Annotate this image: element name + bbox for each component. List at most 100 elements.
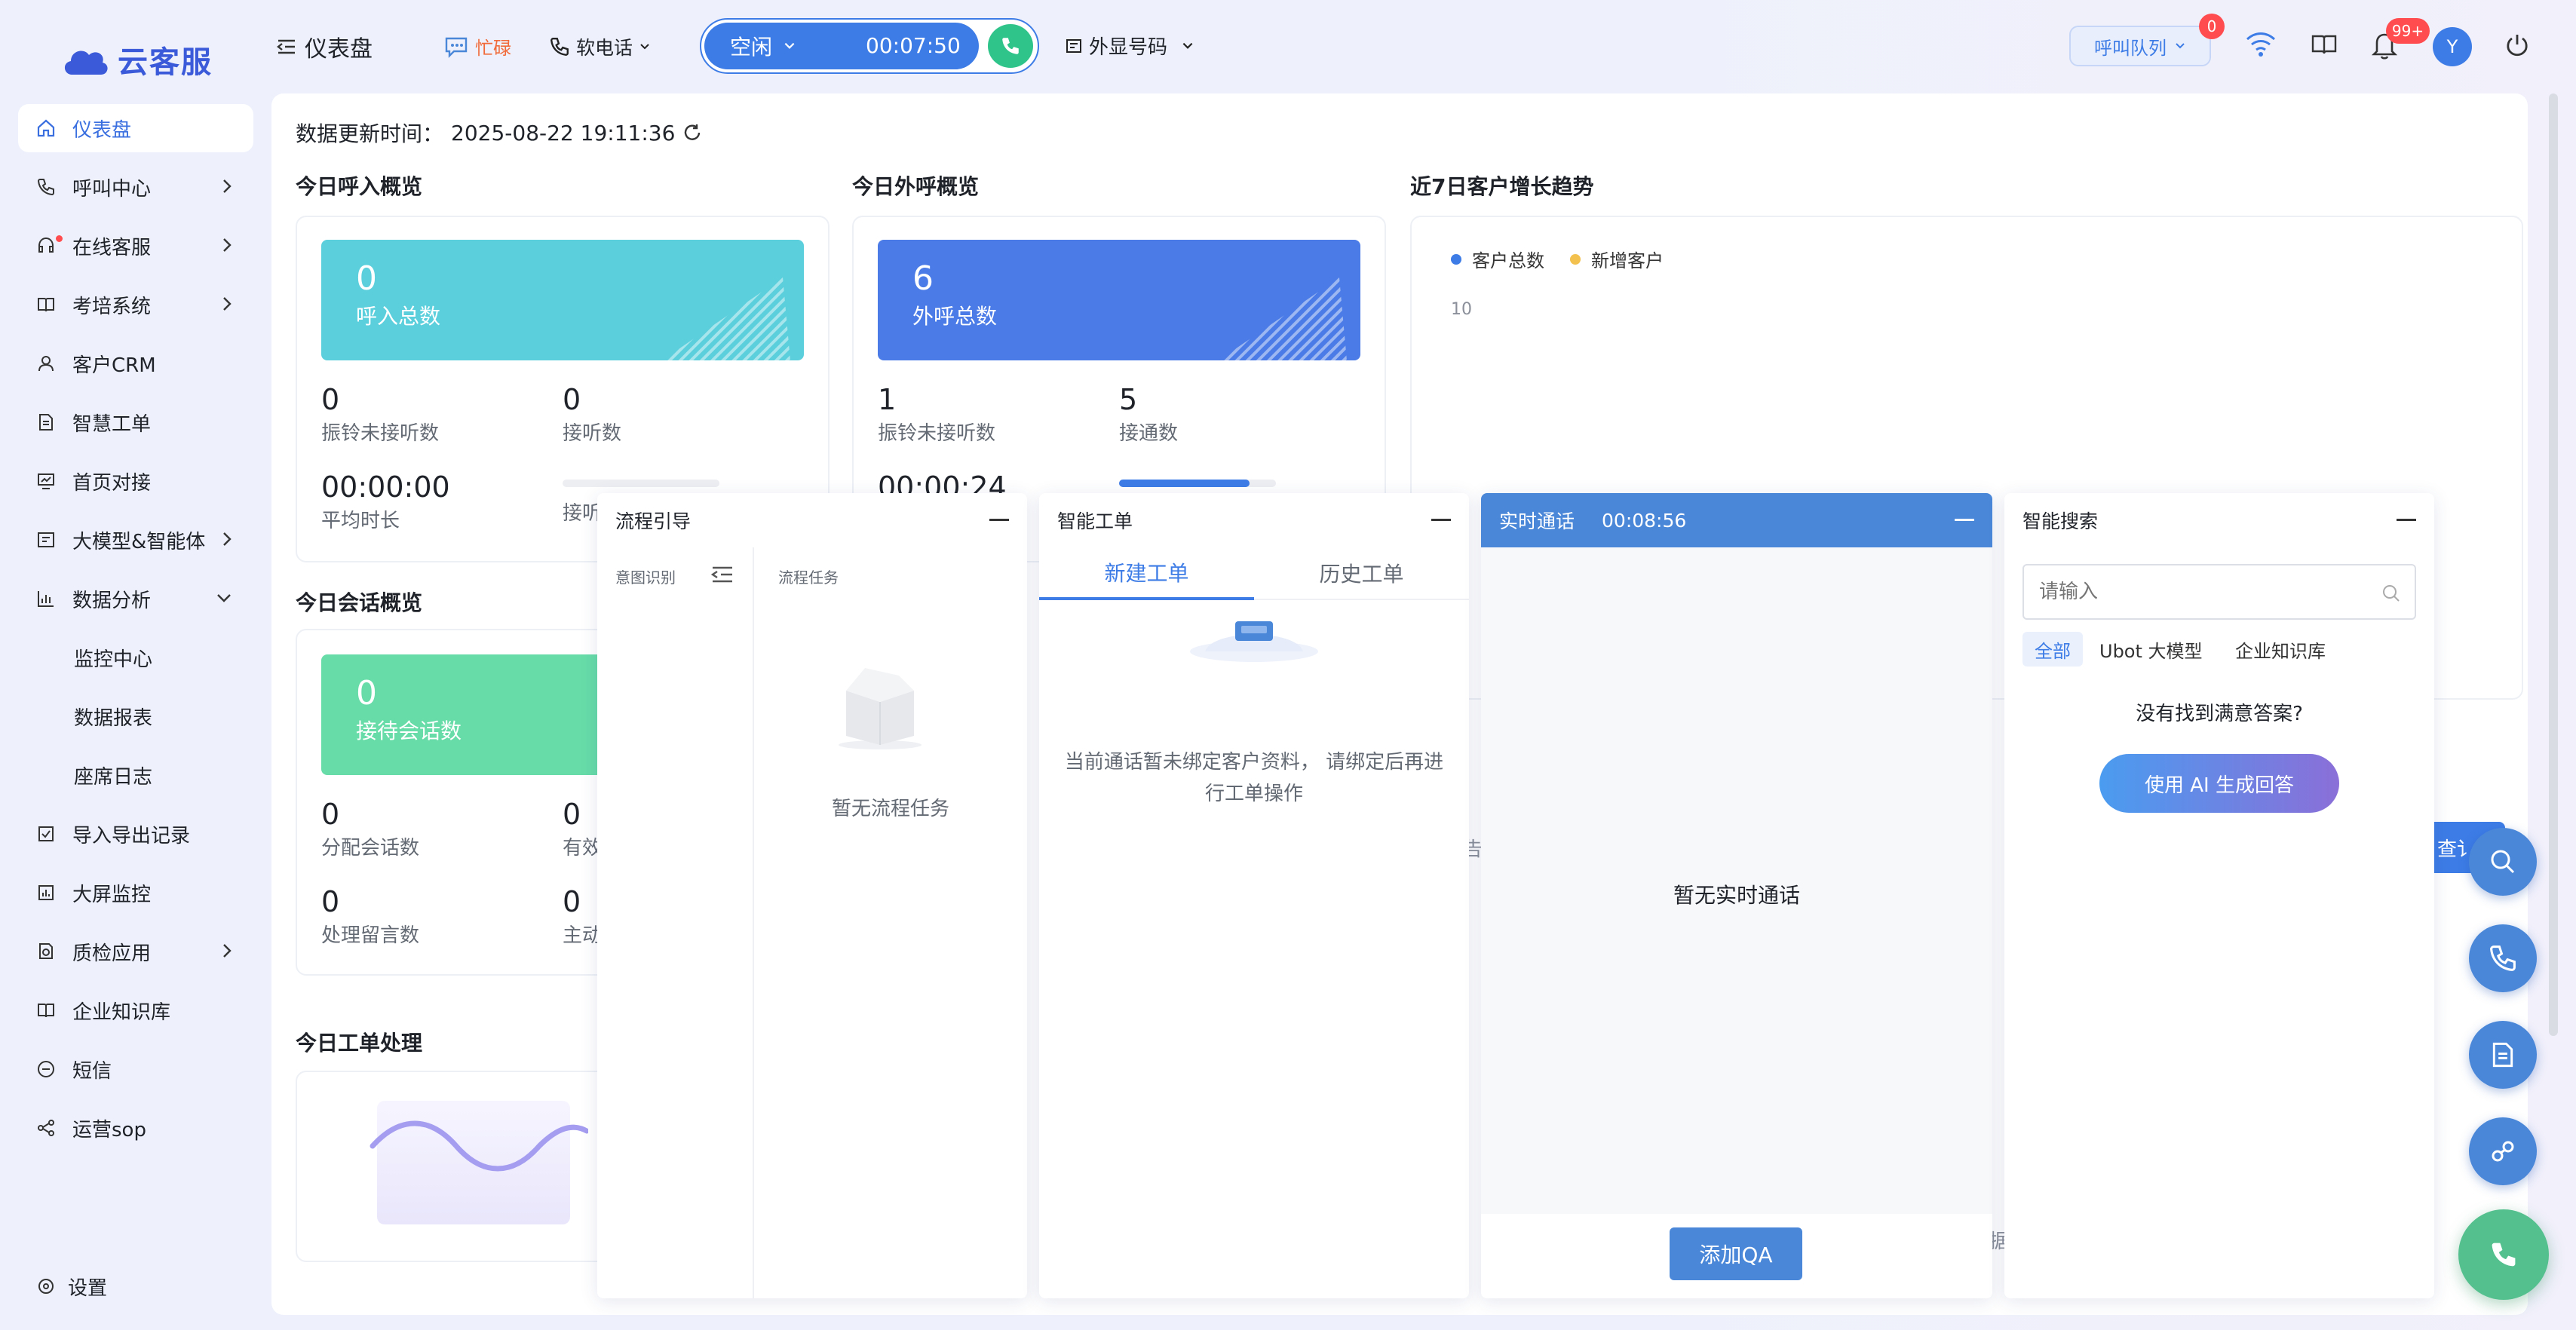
queue-count-badge: 0 — [2199, 14, 2225, 39]
chevron-down-icon — [640, 44, 649, 50]
empty-box-icon — [839, 668, 922, 749]
sidebar-item-label: 大屏监控 — [72, 883, 152, 906]
panel-title: 流程引导 — [615, 510, 692, 532]
sidebar-item-homepage-integration[interactable]: 首页对接 — [18, 457, 253, 505]
sidebar-item-ops-sop[interactable]: 运营sop — [18, 1104, 253, 1152]
wifi-icon[interactable] — [2244, 30, 2277, 57]
panel-header: 流程引导 — [597, 493, 1027, 547]
sidebar-item-label: 数据报表 — [74, 706, 153, 730]
update-time-value: 2025-08-22 19:11:36 — [451, 120, 676, 146]
smart-order-panel: 智能工单 新建工单 历史工单 当前通话暂未绑定客户资料， 请绑定后再进行工单操作 — [1039, 493, 1469, 1298]
kpi-value: 0 — [356, 674, 377, 712]
search-tab-ubot[interactable]: Ubot 大模型 — [2087, 632, 2215, 667]
chat-icon — [445, 37, 468, 58]
avatar[interactable]: Y — [2433, 27, 2472, 66]
search-tab-knowledge[interactable]: 企业知识库 — [2223, 632, 2338, 667]
stat-label: 主动 — [563, 924, 603, 947]
busy-label: 忙碌 — [475, 38, 511, 59]
softphone-dropdown[interactable]: 软电话 — [549, 33, 651, 60]
sidebar-item-llm-agent[interactable]: 大模型&智能体 — [18, 516, 253, 564]
sidebar-item-import-export[interactable]: 导入导出记录 — [18, 810, 253, 858]
stat-value: 0 — [321, 885, 340, 918]
sidebar-item-training[interactable]: 考培系统 — [18, 280, 253, 329]
sidebar-item-knowledge-base[interactable]: 企业知识库 — [18, 986, 253, 1034]
refresh-icon[interactable] — [682, 123, 702, 142]
manual-book-icon[interactable] — [2311, 33, 2338, 56]
sidebar-item-quality-check[interactable]: 质检应用 — [18, 927, 253, 976]
dashboard-screen-icon — [35, 881, 57, 904]
app-name: 云客服 — [118, 45, 213, 80]
minimize-button[interactable] — [989, 519, 1009, 521]
sidebar-item-label: 企业知识库 — [72, 1001, 171, 1024]
search-input[interactable] — [2039, 576, 2356, 608]
outbound-number-dropdown[interactable]: 外显号码 — [1065, 32, 1194, 60]
sidebar-item-call-center[interactable]: 呼叫中心 — [18, 163, 253, 211]
minimize-button[interactable] — [2397, 519, 2416, 521]
tab-history-order[interactable]: 历史工单 — [1254, 547, 1469, 600]
chevron-right-icon — [223, 238, 232, 252]
sidebar-item-data-analysis[interactable]: 数据分析 — [18, 575, 253, 623]
minimize-button[interactable] — [1431, 519, 1451, 521]
panel-title: 实时通话 — [1499, 510, 1575, 532]
sidebar-item-big-screen[interactable]: 大屏监控 — [18, 869, 253, 917]
kpi-label: 接待会话数 — [356, 719, 462, 743]
ai-answer-button[interactable]: 使用 AI 生成回答 — [2099, 754, 2339, 813]
tab-new-order[interactable]: 新建工单 — [1039, 547, 1254, 600]
stat-label: 分配会话数 — [321, 837, 420, 860]
sidebar-item-smart-ticket[interactable]: 智慧工单 — [18, 398, 253, 446]
sidebar-item-crm[interactable]: 客户CRM — [18, 339, 253, 388]
stripe-decoration — [1219, 277, 1347, 360]
cloud-icon — [64, 51, 108, 75]
phone-icon — [2492, 1243, 2516, 1267]
page-scrollbar[interactable] — [2549, 93, 2558, 1036]
dial-button[interactable] — [988, 24, 1033, 68]
book-icon — [35, 293, 57, 316]
notification-badge: 99+ — [2386, 18, 2430, 44]
menu-collapse-icon — [277, 39, 295, 54]
sidebar-item-label: 导入导出记录 — [72, 824, 191, 847]
power-icon[interactable] — [2504, 32, 2531, 59]
gear-icon — [35, 1275, 57, 1298]
status-dropdown[interactable]: 空闲 00:07:50 — [704, 23, 979, 69]
call-timer: 00:08:56 — [1602, 509, 1687, 532]
sidebar-item-online-service[interactable]: 在线客服 — [18, 222, 253, 270]
sidebar-item-dashboard[interactable]: 仪表盘 — [18, 104, 253, 152]
stat-label: 接听 — [563, 502, 603, 525]
page-title[interactable]: 仪表盘 — [276, 30, 373, 63]
sidebar-item-agent-log[interactable]: 座席日志 — [18, 751, 253, 799]
search-icon — [2491, 850, 2515, 874]
minimize-button[interactable] — [1955, 519, 1974, 521]
checklist-icon — [35, 823, 57, 845]
phone-icon — [35, 176, 57, 198]
open-book-icon — [35, 999, 57, 1022]
intent-label: 意图识别 — [615, 568, 676, 587]
busy-toggle[interactable]: 忙碌 — [443, 33, 511, 60]
collapse-list-icon[interactable] — [710, 564, 734, 585]
stat-value: 0 — [563, 383, 581, 416]
sidebar-item-label: 质检应用 — [72, 942, 152, 965]
sidebar-item-settings[interactable]: 设置 — [18, 1262, 253, 1310]
app-logo: 云客服 — [60, 38, 213, 81]
stripe-decoration — [662, 277, 790, 360]
sidebar-item-label: 数据分析 — [72, 589, 152, 612]
legend-label: 新增客户 — [1591, 250, 1664, 271]
call-queue-dropdown[interactable]: 呼叫队列 — [2069, 26, 2211, 66]
call-fab[interactable] — [2458, 1209, 2549, 1300]
fab-document[interactable] — [2469, 1021, 2537, 1089]
search-icon[interactable] — [2381, 584, 2401, 603]
sidebar-item-data-report[interactable]: 数据报表 — [18, 692, 253, 740]
fab-phone[interactable] — [2469, 924, 2537, 992]
search-tab-all[interactable]: 全部 — [2022, 632, 2083, 667]
data-update-time: 数据更新时间： 2025-08-22 19:11:36 — [296, 118, 702, 148]
chevron-down-icon — [784, 42, 795, 49]
fab-link[interactable] — [2469, 1117, 2537, 1185]
legend-dot — [1451, 253, 1461, 265]
intent-column: 意图识别 — [597, 547, 754, 1298]
add-qa-button[interactable]: 添加QA — [1670, 1227, 1802, 1280]
session-overview-title: 今日会话概览 — [296, 590, 423, 615]
legend-dot — [1570, 253, 1581, 265]
sidebar-item-monitor-center[interactable]: 监控中心 — [18, 633, 253, 682]
kpi-label: 呼入总数 — [356, 304, 441, 329]
fab-search[interactable] — [2469, 828, 2537, 896]
sidebar-item-sms[interactable]: 短信 — [18, 1045, 253, 1093]
